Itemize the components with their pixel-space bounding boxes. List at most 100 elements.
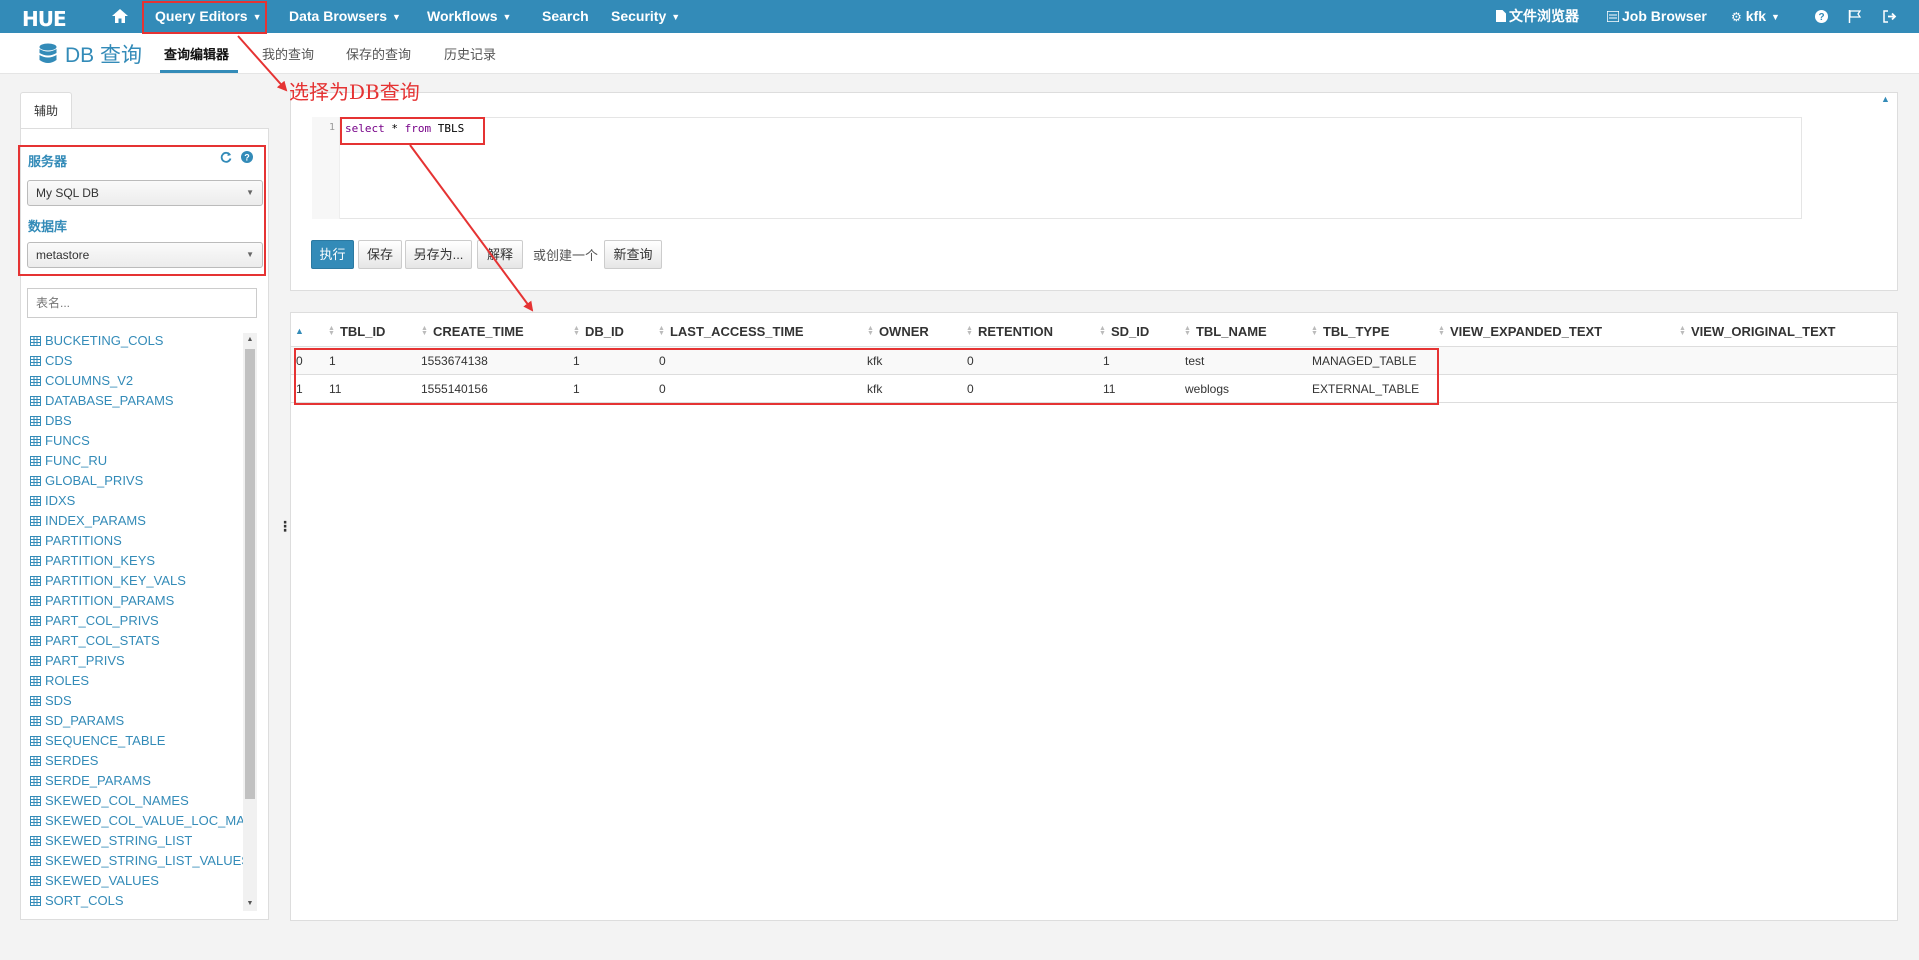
- table-icon: [30, 536, 41, 546]
- table-icon: [30, 716, 41, 726]
- table-name: SEQUENCE_TABLE: [45, 733, 166, 748]
- column-header[interactable]: ▲ ▼ TBL_ID: [328, 324, 385, 339]
- table-name: SDS: [45, 693, 72, 708]
- tab-my-queries[interactable]: 我的查询: [262, 44, 314, 63]
- table-list-item[interactable]: CDS: [30, 351, 243, 371]
- table-list-item[interactable]: ROLES: [30, 671, 243, 691]
- table-name: SERDE_PARAMS: [45, 773, 151, 788]
- table-list-item[interactable]: GLOBAL_PRIVS: [30, 471, 243, 491]
- help-icon[interactable]: ?: [1815, 0, 1828, 33]
- execute-button[interactable]: 执行: [311, 240, 354, 269]
- tab-assist[interactable]: 辅助: [20, 92, 72, 129]
- column-header[interactable]: ▲ ▼ SD_ID: [1099, 324, 1149, 339]
- table-name: PART_PRIVS: [45, 653, 125, 668]
- table-list-item[interactable]: SKEWED_COL_NAMES: [30, 791, 243, 811]
- table-list-item[interactable]: SKEWED_VALUES: [30, 871, 243, 891]
- column-header[interactable]: ▲ ▼ TBL_NAME: [1184, 324, 1267, 339]
- column-header[interactable]: ▲ ▼ DB_ID: [573, 324, 624, 339]
- table-name: FUNCS: [45, 433, 90, 448]
- tab-query-editor[interactable]: 查询编辑器: [164, 44, 229, 63]
- table-list-item[interactable]: SERDE_PARAMS: [30, 771, 243, 791]
- svg-text:?: ?: [1818, 12, 1824, 23]
- home-icon[interactable]: [112, 0, 128, 33]
- sort-icon: ▲ ▼: [966, 325, 973, 337]
- table-name: PARTITION_KEY_VALS: [45, 573, 186, 588]
- new-query-button[interactable]: 新查询: [604, 240, 662, 269]
- table-list-item[interactable]: SKEWED_STRING_LIST: [30, 831, 243, 851]
- table-list-item[interactable]: DBS: [30, 411, 243, 431]
- explain-button[interactable]: 解释: [477, 240, 523, 269]
- table-name: SKEWED_STRING_LIST: [45, 833, 193, 848]
- table-icon: [30, 376, 41, 386]
- tab-history[interactable]: 历史记录: [444, 44, 496, 63]
- active-tab-underline: [160, 70, 238, 73]
- user-menu[interactable]: ⚙ kfk ▼: [1731, 0, 1780, 33]
- column-header[interactable]: ▲ ▼ CREATE_TIME: [421, 324, 524, 339]
- table-list-item[interactable]: PART_COL_STATS: [30, 631, 243, 651]
- menu-workflows[interactable]: Workflows ▼: [427, 0, 511, 33]
- sort-icon: ▲ ▼: [658, 325, 665, 337]
- table-name: BUCKETING_COLS: [45, 333, 164, 348]
- table-list-item[interactable]: PARTITION_KEY_VALS: [30, 571, 243, 591]
- scroll-down-icon[interactable]: ▼: [243, 897, 257, 911]
- file-browser-link[interactable]: 文件浏览器: [1496, 0, 1579, 33]
- column-header[interactable]: ▲ ▼ VIEW_EXPANDED_TEXT: [1438, 324, 1602, 339]
- table-list-item[interactable]: PART_COL_PRIVS: [30, 611, 243, 631]
- table-icon: [30, 456, 41, 466]
- table-list-item[interactable]: SEQUENCE_TABLE: [30, 731, 243, 751]
- table-list-item[interactable]: SD_PARAMS: [30, 711, 243, 731]
- scroll-up-icon[interactable]: ▲: [243, 333, 257, 347]
- table-name: PART_COL_STATS: [45, 633, 160, 648]
- chevron-down-icon: ▼: [502, 12, 512, 22]
- job-browser-link[interactable]: Job Browser: [1606, 0, 1707, 33]
- table-list-item[interactable]: COLUMNS_V2: [30, 371, 243, 391]
- table-list-item[interactable]: PARTITION_KEYS: [30, 551, 243, 571]
- table-list-item[interactable]: FUNC_RU: [30, 451, 243, 471]
- column-header[interactable]: ▲ ▼ TBL_TYPE: [1311, 324, 1389, 339]
- table-icon: [30, 416, 41, 426]
- table-list-item[interactable]: DATABASE_PARAMS: [30, 391, 243, 411]
- sql-editor[interactable]: [312, 117, 1802, 219]
- table-list-item[interactable]: SKEWED_COL_VALUE_LOC_MAP: [30, 811, 243, 831]
- scroll-thumb[interactable]: [245, 349, 255, 799]
- column-header[interactable]: ▲ ▼ RETENTION: [966, 324, 1053, 339]
- table-list-item[interactable]: SERDES: [30, 751, 243, 771]
- table-name: SKEWED_COL_NAMES: [45, 793, 189, 808]
- menu-search[interactable]: Search: [542, 0, 589, 33]
- sign-out-icon[interactable]: [1883, 0, 1897, 33]
- table-list-item[interactable]: IDXS: [30, 491, 243, 511]
- table-list-item[interactable]: SKEWED_STRING_LIST_VALUES: [30, 851, 243, 871]
- table-list-item[interactable]: INDEX_PARAMS: [30, 511, 243, 531]
- table-list-item[interactable]: SDS: [30, 691, 243, 711]
- table-list-scrollbar[interactable]: ▲ ▼: [243, 333, 257, 911]
- table-list-item[interactable]: PARTITIONS: [30, 531, 243, 551]
- table-icon: [30, 796, 41, 806]
- column-header[interactable]: ▲ ▼ OWNER: [867, 324, 929, 339]
- column-header[interactable]: ▲ ▼ LAST_ACCESS_TIME: [658, 324, 804, 339]
- table-filter-input[interactable]: [27, 288, 257, 318]
- save-as-button[interactable]: 另存为...: [405, 240, 472, 269]
- flag-icon[interactable]: [1848, 0, 1862, 33]
- tab-saved-queries[interactable]: 保存的查询: [346, 44, 411, 63]
- table-list-item[interactable]: PART_PRIVS: [30, 651, 243, 671]
- table-list-item[interactable]: FUNCS: [30, 431, 243, 451]
- sort-icon: ▲ ▼: [328, 325, 335, 337]
- column-header[interactable]: ▲ ▼ VIEW_ORIGINAL_TEXT: [1679, 324, 1835, 339]
- table-list-item[interactable]: SORT_COLS: [30, 891, 243, 911]
- menu-security[interactable]: Security ▼: [611, 0, 680, 33]
- hue-logo[interactable]: HUE: [22, 7, 67, 31]
- table-name: FUNC_RU: [45, 453, 108, 468]
- annotation-box-query-editors: [142, 1, 267, 34]
- sort-ascending-icon[interactable]: ▲: [295, 326, 304, 336]
- save-button[interactable]: 保存: [358, 240, 402, 269]
- table-list-item[interactable]: PARTITION_PARAMS: [30, 591, 243, 611]
- table-name: DBS: [45, 413, 72, 428]
- table-list-item[interactable]: BUCKETING_COLS: [30, 331, 243, 351]
- editor-gutter: [312, 117, 340, 219]
- table-icon: [30, 736, 41, 746]
- table-name: PART_COL_PRIVS: [45, 613, 159, 628]
- table-icon: [30, 396, 41, 406]
- collapse-up-icon[interactable]: ▲: [1881, 94, 1890, 104]
- table-icon: [30, 816, 41, 826]
- menu-data-browsers[interactable]: Data Browsers ▼: [289, 0, 401, 33]
